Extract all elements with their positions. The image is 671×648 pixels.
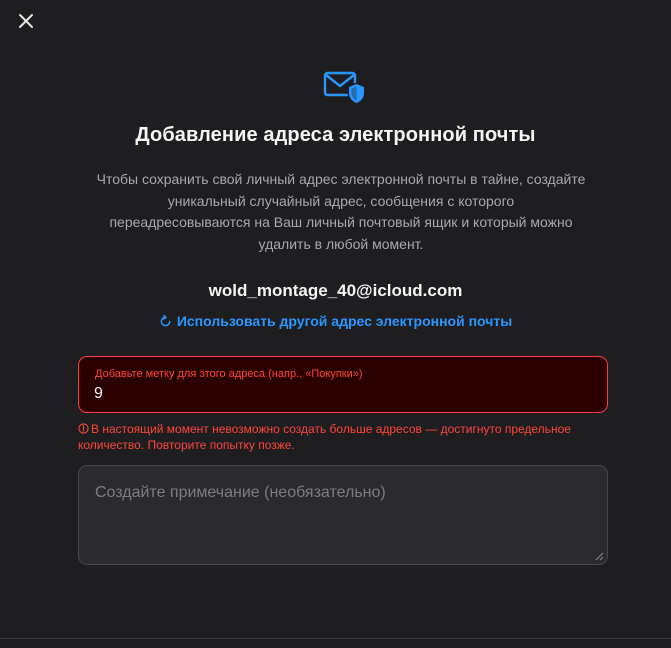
dialog-title: Добавление адреса электронной почты bbox=[135, 124, 536, 146]
refresh-icon bbox=[160, 315, 171, 327]
bottom-divider bbox=[0, 638, 671, 639]
envelope-shield-icon bbox=[323, 71, 366, 105]
close-icon bbox=[19, 14, 33, 28]
note-textarea[interactable] bbox=[79, 466, 607, 564]
dialog-description: Чтобы сохранить свой личный адрес электр… bbox=[96, 171, 586, 252]
generated-email: wold_montage_40@icloud.com bbox=[208, 281, 463, 300]
note-field[interactable] bbox=[78, 465, 608, 565]
address-label-field[interactable]: Добавьте метку для этого адреса (напр., … bbox=[78, 356, 608, 413]
error-message: В настоящий момент невозможно создать бо… bbox=[78, 421, 598, 453]
use-different-address-label: Использовать другой адрес электронной по… bbox=[176, 313, 513, 329]
add-email-dialog: Добавление адреса электронной почты Чтоб… bbox=[0, 0, 671, 648]
close-button[interactable] bbox=[14, 9, 38, 33]
error-message-text: В настоящий момент невозможно создать бо… bbox=[78, 422, 571, 452]
address-label-field-label: Добавьте метку для этого адреса (напр., … bbox=[95, 368, 363, 380]
resize-handle-icon[interactable] bbox=[595, 552, 604, 561]
use-different-address-link[interactable]: Использовать другой адрес электронной по… bbox=[0, 313, 671, 329]
address-label-input[interactable] bbox=[94, 384, 584, 404]
error-circle-icon bbox=[78, 423, 89, 434]
